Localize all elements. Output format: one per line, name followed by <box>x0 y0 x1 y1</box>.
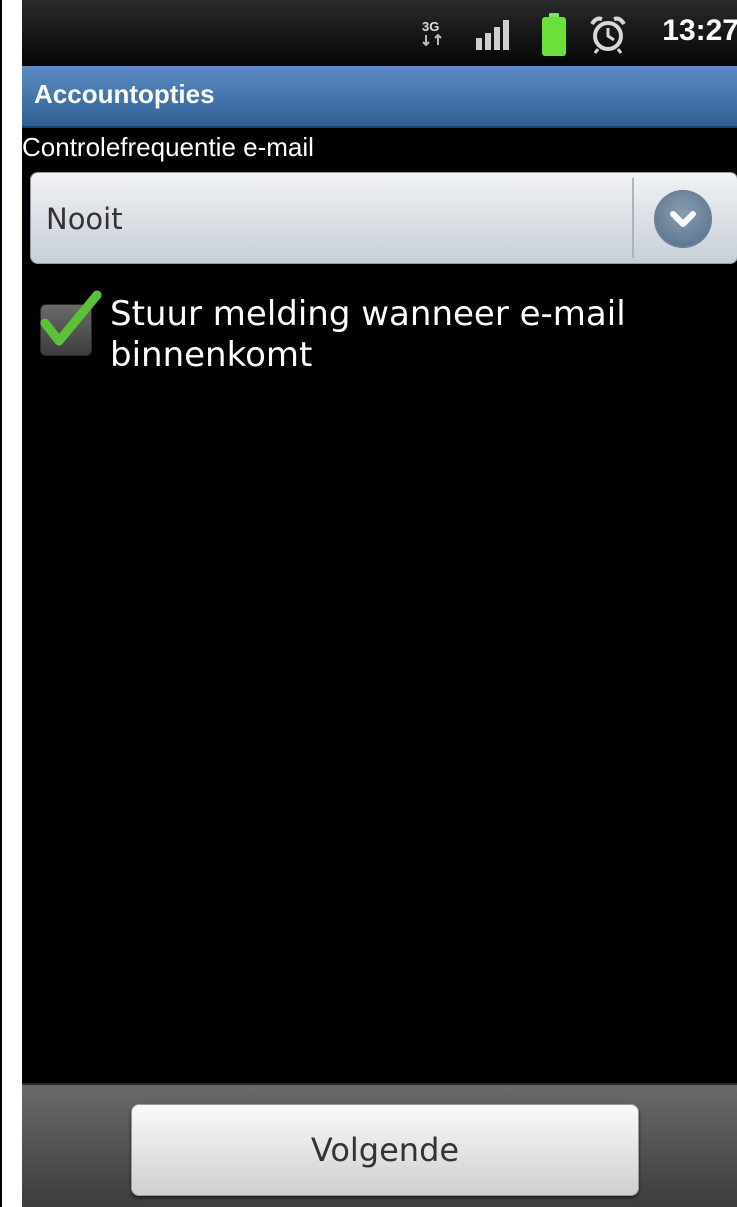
chevron-down-icon[interactable] <box>654 190 712 248</box>
check-frequency-dropdown[interactable]: Nooit <box>30 172 737 264</box>
network-3g-text: 3G <box>422 19 439 34</box>
check-frequency-selected-value: Nooit <box>46 202 123 236</box>
check-frequency-label: Controlefrequentie e-mail <box>22 132 314 162</box>
status-time: 13:27 <box>662 14 737 47</box>
next-button-label: Volgende <box>310 1131 460 1169</box>
signal-icon <box>474 16 514 56</box>
checkmark-icon <box>40 290 102 346</box>
next-button[interactable]: Volgende <box>131 1104 639 1196</box>
battery-icon <box>539 12 569 62</box>
phone-screen: 3G 13:27 Accountopties Controlefrequenti… <box>22 0 737 1207</box>
notification-checkbox[interactable] <box>40 290 102 356</box>
alarm-icon <box>588 14 628 58</box>
bottom-bar: Volgende <box>22 1083 737 1207</box>
dropdown-divider <box>632 178 634 258</box>
notification-label: Stuur melding wanneer e-mail binnenkomt <box>110 294 626 375</box>
device-frame: 3G 13:27 Accountopties Controlefrequenti… <box>0 0 737 1207</box>
page-title: Accountopties <box>34 79 215 109</box>
notification-option[interactable]: Stuur melding wanneer e-mail binnenkomt <box>40 290 730 384</box>
status-bar: 3G 13:27 <box>22 0 737 66</box>
network-3g-icon: 3G <box>420 18 450 52</box>
title-bar: Accountopties <box>22 66 737 128</box>
